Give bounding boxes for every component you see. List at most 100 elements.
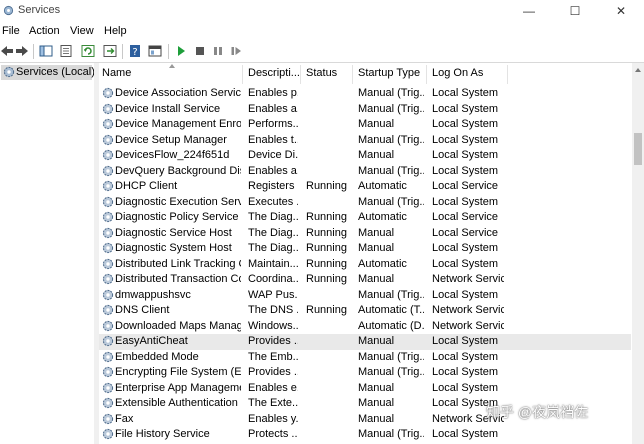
cell-description: Enables a... bbox=[248, 102, 298, 115]
column-divider[interactable] bbox=[352, 65, 353, 84]
back-arrow-icon[interactable] bbox=[0, 44, 14, 58]
cell-description: Device Di... bbox=[248, 149, 298, 161]
cell-status: Running bbox=[306, 226, 347, 239]
table-row[interactable]: Device Management Enroll... Performs... Ma… bbox=[99, 117, 631, 133]
table-row[interactable]: DNS Client The DNS ... Running Automatic (T… bbox=[99, 303, 631, 319]
table-row[interactable]: Diagnostic System Host The Diag... Running… bbox=[99, 241, 631, 257]
table-row[interactable]: dmwappushsvc WAP Pus... Manual (Trig... Loc… bbox=[99, 288, 631, 304]
cell-startup-type: Automatic bbox=[358, 257, 407, 270]
table-row[interactable]: Distributed Link Tracking Cl... Maintain.… bbox=[99, 257, 631, 273]
cell-log-on-as: Local System bbox=[432, 149, 499, 161]
table-row[interactable]: Device Setup Manager Enables t... Manual (… bbox=[99, 133, 631, 149]
cell-description: Enables p... bbox=[248, 87, 298, 99]
column-header-name[interactable]: Name bbox=[102, 67, 131, 85]
svg-text:?: ? bbox=[132, 47, 137, 58]
cell-startup-type: Manual bbox=[358, 381, 395, 394]
cell-description: Coordina... bbox=[248, 273, 298, 285]
console-tree-icon[interactable] bbox=[39, 44, 53, 58]
show-hide-action-pane-icon[interactable] bbox=[148, 44, 162, 58]
table-row[interactable]: Device Association Service Enables p... Ma… bbox=[99, 86, 631, 102]
cell-log-on-as: Local Service bbox=[432, 226, 499, 239]
menu-help[interactable]: Help bbox=[104, 25, 127, 37]
menu-view[interactable]: View bbox=[70, 25, 94, 37]
cell-startup-type: Manual (Trig... bbox=[358, 164, 424, 177]
gear-icon bbox=[102, 258, 114, 269]
cell-name: Device Install Service bbox=[115, 102, 221, 115]
cell-log-on-as: Network Service bbox=[432, 319, 504, 332]
cell-startup-type: Automatic (D... bbox=[358, 319, 424, 332]
cell-log-on-as: Local System bbox=[432, 335, 499, 347]
help-icon[interactable]: ? bbox=[128, 44, 142, 58]
cell-log-on-as: Local System bbox=[432, 428, 499, 440]
cell-name: DevQuery Background Disc... bbox=[115, 164, 241, 177]
table-row[interactable]: Diagnostic Execution Service Executes ...… bbox=[99, 195, 631, 211]
cell-startup-type: Manual (Trig... bbox=[358, 133, 424, 146]
cell-name: Embedded Mode bbox=[115, 350, 199, 363]
menu-bar: File Action View Help bbox=[0, 22, 644, 40]
cell-description: The DNS ... bbox=[248, 304, 298, 316]
table-row[interactable]: DevQuery Background Disc... Enables a... M… bbox=[99, 164, 631, 180]
cell-description: The Exte... bbox=[248, 397, 298, 409]
column-divider[interactable] bbox=[426, 65, 427, 84]
maximize-button[interactable]: ☐ bbox=[552, 0, 598, 22]
cell-log-on-as: Local System bbox=[432, 242, 499, 254]
gear-icon bbox=[102, 273, 114, 285]
menu-file[interactable]: File bbox=[2, 25, 20, 37]
cell-status: Running bbox=[306, 211, 347, 223]
table-row[interactable]: Downloaded Maps Manager Windows... Automat… bbox=[99, 319, 631, 335]
menu-action[interactable]: Action bbox=[29, 25, 60, 37]
cell-description: Performs... bbox=[248, 118, 298, 130]
table-row[interactable]: Device Install Service Enables a... Manual… bbox=[99, 102, 631, 118]
export-list-icon[interactable] bbox=[103, 44, 117, 58]
table-row[interactable]: Diagnostic Policy Service The Diag... Runn… bbox=[99, 210, 631, 226]
cell-name: Diagnostic Execution Service bbox=[115, 195, 241, 208]
restart-service-icon[interactable] bbox=[229, 44, 243, 58]
table-row[interactable]: Diagnostic Service Host The Diag... Runnin… bbox=[99, 226, 631, 242]
properties-icon[interactable] bbox=[59, 44, 73, 58]
gear-icon bbox=[102, 382, 114, 393]
scroll-up-arrow-icon[interactable] bbox=[635, 68, 641, 72]
gear-icon bbox=[102, 118, 114, 130]
cell-status: Running bbox=[306, 257, 347, 270]
table-row[interactable]: DevicesFlow_224f651d Device Di... Manual Lo… bbox=[99, 148, 631, 164]
cell-name: Distributed Transaction Coo... bbox=[115, 273, 241, 285]
column-divider[interactable] bbox=[242, 65, 243, 84]
table-row[interactable]: Distributed Transaction Coo... Coordina..… bbox=[99, 272, 631, 288]
column-header-description[interactable]: Descripti... bbox=[248, 67, 300, 85]
cell-name: Diagnostic Service Host bbox=[115, 226, 232, 239]
minimize-button[interactable]: — bbox=[506, 0, 552, 22]
table-row[interactable]: EasyAntiCheat Provides ... Manual Local Sys… bbox=[99, 334, 631, 350]
table-row[interactable]: Encrypting File System (EFS) Provides ...… bbox=[99, 365, 631, 381]
cell-log-on-as: Local System bbox=[432, 381, 499, 394]
column-header-log-on-as[interactable]: Log On As bbox=[432, 67, 483, 85]
gear-icon bbox=[102, 289, 114, 300]
cell-startup-type: Manual bbox=[358, 149, 395, 161]
vertical-scrollbar[interactable] bbox=[632, 63, 644, 444]
cell-startup-type: Manual (Trig... bbox=[358, 87, 424, 99]
table-row[interactable]: File History Service Protects ... Manual (… bbox=[99, 427, 631, 443]
gear-icon bbox=[102, 134, 114, 145]
column-divider[interactable] bbox=[300, 65, 301, 84]
cell-name: EasyAntiCheat bbox=[115, 335, 188, 347]
stop-service-icon[interactable] bbox=[193, 44, 207, 58]
start-service-icon[interactable] bbox=[174, 44, 188, 58]
column-header-startup-type[interactable]: Startup Type bbox=[358, 67, 420, 85]
watermark: 知乎 @夜岚裆佐 bbox=[486, 404, 589, 420]
tree-item-services-local[interactable]: Services (Local) bbox=[1, 65, 95, 80]
forward-arrow-icon[interactable] bbox=[15, 44, 29, 58]
cell-log-on-as: Local System bbox=[432, 195, 499, 208]
cell-status: Running bbox=[306, 242, 347, 254]
table-row[interactable]: Enterprise App Managemen... Enables e... M… bbox=[99, 381, 631, 397]
close-button[interactable]: ✕ bbox=[598, 0, 644, 22]
table-row[interactable]: Embedded Mode The Emb... Manual (Trig... Lo… bbox=[99, 350, 631, 366]
column-header-status[interactable]: Status bbox=[306, 67, 337, 85]
cell-log-on-as: Network Service bbox=[432, 273, 504, 285]
column-divider[interactable] bbox=[507, 65, 508, 84]
gear-icon bbox=[102, 320, 114, 331]
gear-icon bbox=[102, 351, 114, 362]
scrollbar-thumb[interactable] bbox=[634, 133, 642, 165]
pause-service-icon[interactable] bbox=[211, 44, 225, 58]
table-row[interactable]: DHCP Client Registers ... Running Automatic… bbox=[99, 179, 631, 195]
refresh-icon[interactable] bbox=[81, 44, 95, 58]
cell-description: The Diag... bbox=[248, 211, 298, 223]
